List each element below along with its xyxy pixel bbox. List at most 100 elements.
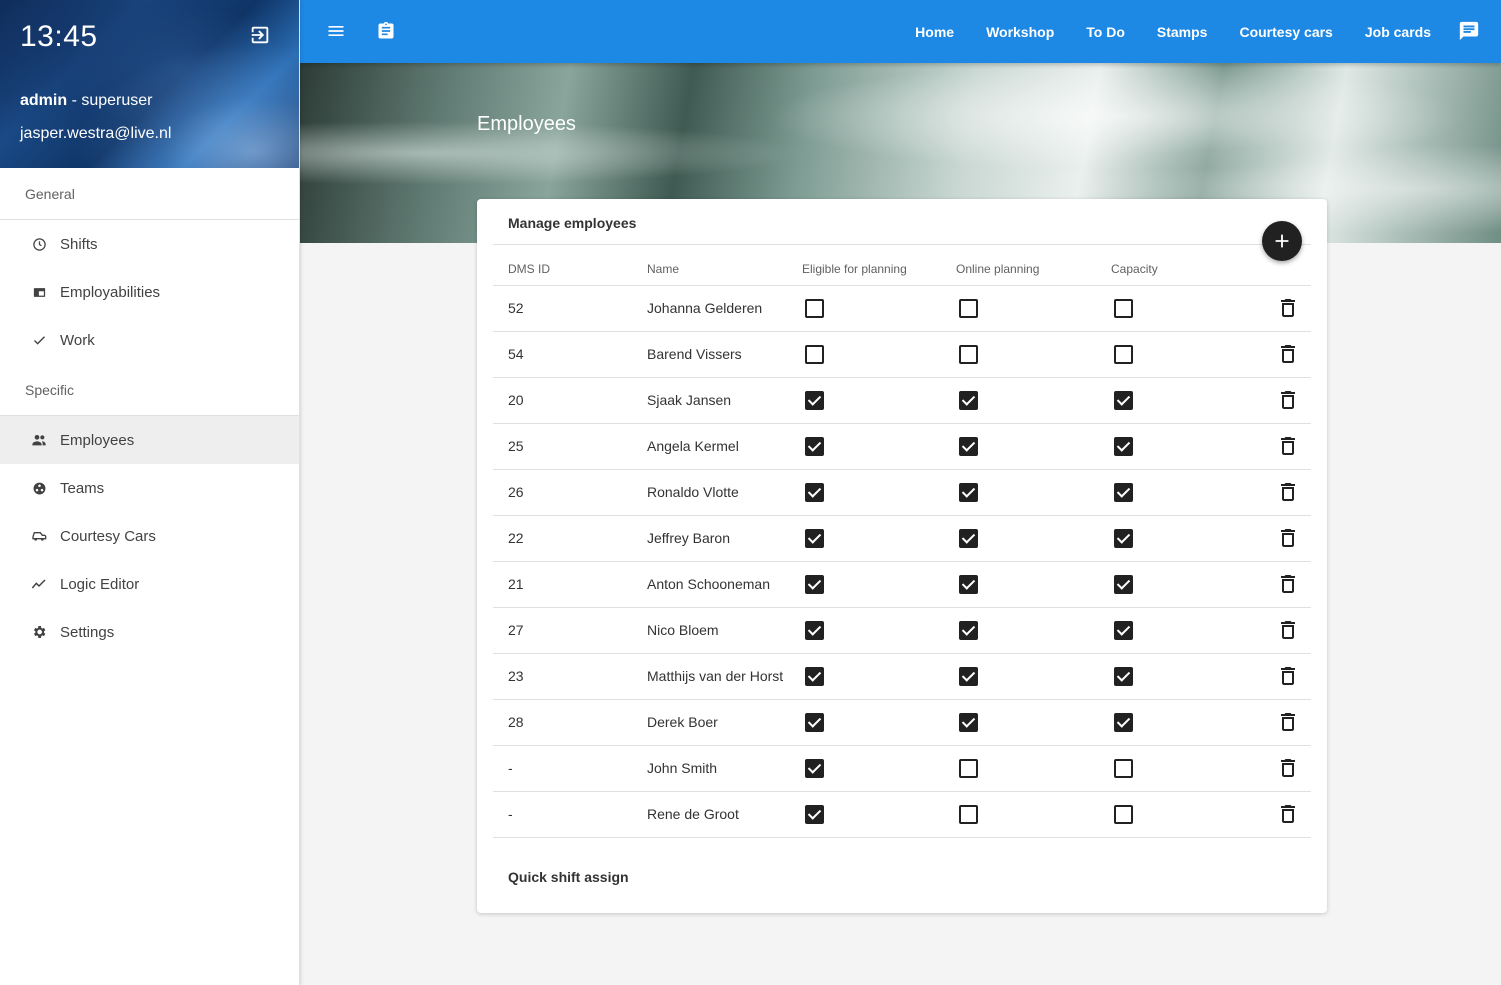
cap-checkbox[interactable]	[1114, 298, 1133, 318]
column-header-eligible[interactable]: Eligible for planning	[802, 254, 956, 286]
cell-dms-id: 22	[493, 515, 647, 562]
elig-checkbox[interactable]	[805, 344, 824, 364]
column-header-capacity[interactable]: Capacity	[1111, 254, 1251, 286]
cap-checkbox[interactable]	[1114, 436, 1133, 456]
delete-icon[interactable]	[1281, 345, 1295, 364]
delete-icon[interactable]	[1281, 667, 1295, 686]
elig-checkbox[interactable]	[805, 666, 824, 686]
cell-name: Jeffrey Baron	[647, 515, 802, 562]
table-row: 28 Derek Boer	[493, 699, 1311, 746]
column-header-dms-id[interactable]: DMS ID	[493, 254, 647, 286]
cap-checkbox[interactable]	[1114, 758, 1133, 778]
online-checkbox[interactable]	[959, 436, 978, 456]
elig-checkbox[interactable]	[805, 482, 824, 502]
cap-checkbox[interactable]	[1114, 712, 1133, 732]
section-specific: Specific	[0, 364, 299, 416]
sidebar-item-shifts[interactable]: Shifts	[0, 220, 299, 268]
online-checkbox[interactable]	[959, 390, 978, 410]
nav-home[interactable]: Home	[915, 24, 954, 40]
cell-dms-id: 54	[493, 331, 647, 378]
nav-job-cards[interactable]: Job cards	[1365, 24, 1431, 40]
nav-todo[interactable]: To Do	[1086, 24, 1125, 40]
elig-checkbox[interactable]	[805, 298, 824, 318]
cell-name: Anton Schooneman	[647, 561, 802, 608]
cell-dms-id: 23	[493, 653, 647, 700]
chat-icon[interactable]	[1458, 20, 1480, 42]
cap-checkbox[interactable]	[1114, 344, 1133, 364]
online-checkbox[interactable]	[959, 298, 978, 318]
logout-icon[interactable]	[249, 24, 271, 46]
cell-name: Ronaldo Vlotte	[647, 469, 802, 516]
sidebar-item-employabilities[interactable]: Employabilities	[0, 268, 299, 316]
cell-online	[956, 745, 1111, 792]
cell-name: Barend Vissers	[647, 331, 802, 378]
table-row: 20 Sjaak Jansen	[493, 377, 1311, 424]
cap-checkbox[interactable]	[1114, 390, 1133, 410]
online-checkbox[interactable]	[959, 482, 978, 502]
delete-icon[interactable]	[1281, 437, 1295, 456]
elig-checkbox[interactable]	[805, 804, 824, 824]
plus-icon	[1275, 234, 1289, 248]
elig-checkbox[interactable]	[805, 758, 824, 778]
elig-checkbox[interactable]	[805, 436, 824, 456]
cell-cap	[1111, 607, 1251, 654]
delete-icon[interactable]	[1281, 713, 1295, 732]
sidebar-item-courtesy-cars[interactable]: Courtesy Cars	[0, 512, 299, 560]
cap-checkbox[interactable]	[1114, 482, 1133, 502]
cell-actions	[1251, 607, 1311, 654]
nav-stamps[interactable]: Stamps	[1157, 24, 1208, 40]
card-title: Manage employees	[508, 215, 637, 231]
cell-dms-id: -	[493, 745, 647, 792]
gear-icon	[31, 624, 47, 640]
online-checkbox[interactable]	[959, 758, 978, 778]
sidebar-item-teams[interactable]: Teams	[0, 464, 299, 512]
online-checkbox[interactable]	[959, 712, 978, 732]
delete-icon[interactable]	[1281, 483, 1295, 502]
sidebar-item-work[interactable]: Work	[0, 316, 299, 364]
column-header-online[interactable]: Online planning	[956, 254, 1111, 286]
delete-icon[interactable]	[1281, 805, 1295, 824]
online-checkbox[interactable]	[959, 666, 978, 686]
cell-actions	[1251, 699, 1311, 746]
online-checkbox[interactable]	[959, 804, 978, 824]
delete-icon[interactable]	[1281, 529, 1295, 548]
elig-checkbox[interactable]	[805, 528, 824, 548]
sidebar-item-settings[interactable]: Settings	[0, 608, 299, 656]
menu-icon[interactable]	[326, 20, 346, 42]
top-app-bar: Home Workshop To Do Stamps Courtesy cars…	[300, 0, 1501, 63]
sidebar-item-logic-editor[interactable]: Logic Editor	[0, 560, 299, 608]
delete-icon[interactable]	[1281, 575, 1295, 594]
user-email: jasper.westra@live.nl	[20, 125, 172, 142]
online-checkbox[interactable]	[959, 574, 978, 594]
online-checkbox[interactable]	[959, 528, 978, 548]
delete-icon[interactable]	[1281, 621, 1295, 640]
cell-online	[956, 653, 1111, 700]
sidebar-item-label: Settings	[60, 623, 115, 641]
cell-online	[956, 377, 1111, 424]
delete-icon[interactable]	[1281, 391, 1295, 410]
online-checkbox[interactable]	[959, 620, 978, 640]
elig-checkbox[interactable]	[805, 620, 824, 640]
sidebar-item-employees[interactable]: Employees	[0, 416, 299, 464]
nav-workshop[interactable]: Workshop	[986, 24, 1054, 40]
cell-cap	[1111, 653, 1251, 700]
cell-name: John Smith	[647, 745, 802, 792]
cap-checkbox[interactable]	[1114, 528, 1133, 548]
cap-checkbox[interactable]	[1114, 804, 1133, 824]
cap-checkbox[interactable]	[1114, 666, 1133, 686]
column-header-name[interactable]: Name	[647, 254, 802, 286]
delete-icon[interactable]	[1281, 759, 1295, 778]
nav-courtesy-cars[interactable]: Courtesy cars	[1239, 24, 1332, 40]
cap-checkbox[interactable]	[1114, 574, 1133, 594]
delete-icon[interactable]	[1281, 299, 1295, 318]
cell-elig	[802, 607, 956, 654]
elig-checkbox[interactable]	[805, 712, 824, 732]
cap-checkbox[interactable]	[1114, 620, 1133, 640]
elig-checkbox[interactable]	[805, 390, 824, 410]
elig-checkbox[interactable]	[805, 574, 824, 594]
cell-online	[956, 423, 1111, 470]
online-checkbox[interactable]	[959, 344, 978, 364]
clipboard-icon[interactable]	[376, 20, 396, 42]
table-row: 23 Matthijs van der Horst	[493, 653, 1311, 700]
quick-shift-assign[interactable]: Quick shift assign	[508, 869, 629, 885]
